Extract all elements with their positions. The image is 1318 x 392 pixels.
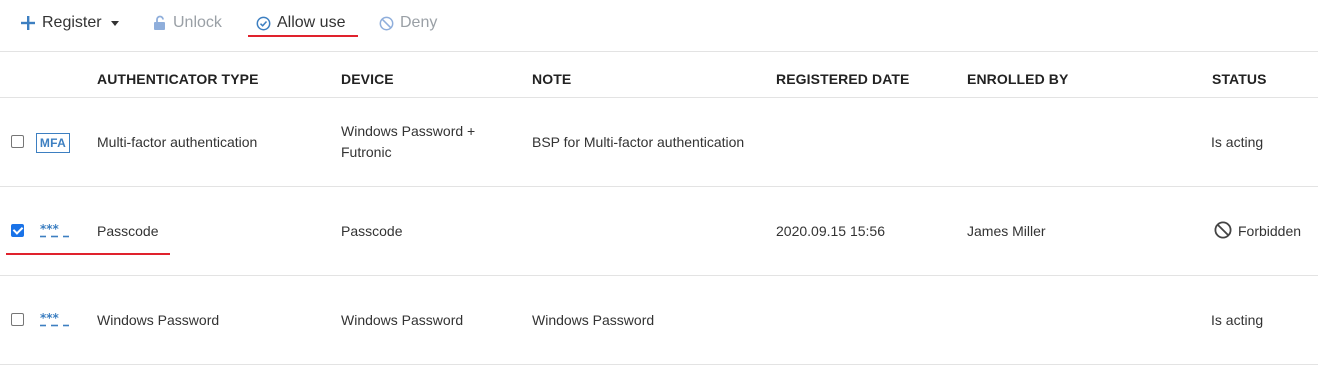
deny-button[interactable]: Deny bbox=[379, 11, 437, 35]
row-enrolled-by: James Miller bbox=[967, 223, 1046, 239]
row-status: Is acting bbox=[1211, 134, 1264, 150]
password-icon: *** bbox=[40, 224, 69, 238]
header-enrolled-by[interactable]: ENROLLED BY bbox=[967, 71, 1068, 87]
header-status[interactable]: STATUS bbox=[1212, 71, 1267, 87]
table-row[interactable]: *** Windows Password Windows Password Wi… bbox=[0, 276, 1318, 365]
row-checkbox[interactable] bbox=[11, 313, 24, 326]
unlock-icon bbox=[154, 15, 165, 30]
row-device-line2: Futronic bbox=[341, 144, 392, 160]
deny-label: Deny bbox=[400, 14, 438, 31]
register-button[interactable]: Register bbox=[21, 11, 119, 35]
row-note: BSP for Multi-factor authentication bbox=[532, 134, 745, 150]
table-row[interactable]: *** Passcode Passcode 2020.09.15 15:56 J… bbox=[0, 187, 1318, 276]
row-status: Is acting bbox=[1211, 312, 1264, 328]
header-note[interactable]: NOTE bbox=[532, 71, 571, 87]
row-registered-date: 2020.09.15 15:56 bbox=[776, 223, 885, 239]
row-device: Windows Password bbox=[341, 312, 464, 328]
toolbar: Register Unlock Allow use Deny bbox=[0, 0, 1318, 52]
mfa-icon: MFA bbox=[36, 133, 70, 153]
unlock-label: Unlock bbox=[173, 14, 222, 31]
table-row[interactable]: MFA Multi-factor authentication Windows … bbox=[0, 98, 1318, 187]
row-authenticator-type: Passcode bbox=[97, 223, 159, 239]
row-device: Passcode bbox=[341, 223, 403, 239]
row-checkbox[interactable] bbox=[11, 135, 24, 148]
header-registered-date[interactable]: REGISTERED DATE bbox=[776, 71, 909, 87]
row-status: Forbidden bbox=[1238, 223, 1302, 239]
allow-use-button[interactable]: Allow use bbox=[256, 11, 345, 35]
row-authenticator-type: Multi-factor authentication bbox=[97, 134, 258, 150]
unlock-button[interactable]: Unlock bbox=[153, 11, 222, 35]
register-label: Register bbox=[42, 14, 102, 31]
row-device-line1: Windows Password + bbox=[341, 123, 476, 139]
caret-down-icon bbox=[110, 20, 119, 26]
forbidden-icon bbox=[1214, 221, 1232, 239]
header-authenticator-type[interactable]: AUTHENTICATOR TYPE bbox=[97, 71, 259, 87]
row-checkbox[interactable] bbox=[11, 224, 24, 237]
passcode-row-highlight bbox=[6, 253, 170, 255]
allow-use-highlight bbox=[248, 35, 358, 37]
svg-text:***: *** bbox=[40, 313, 60, 325]
forbidden-icon bbox=[379, 16, 394, 30]
row-authenticator-type: Windows Password bbox=[97, 312, 220, 328]
check-circle-icon bbox=[256, 16, 271, 30]
header-device[interactable]: DEVICE bbox=[341, 71, 394, 87]
row-note: Windows Password bbox=[532, 312, 655, 328]
password-icon: *** bbox=[40, 313, 69, 327]
plus-icon bbox=[21, 16, 35, 30]
svg-text:***: *** bbox=[40, 224, 60, 236]
allow-use-label: Allow use bbox=[277, 14, 346, 31]
table-header: AUTHENTICATOR TYPE DEVICE NOTE REGISTERE… bbox=[0, 52, 1318, 98]
